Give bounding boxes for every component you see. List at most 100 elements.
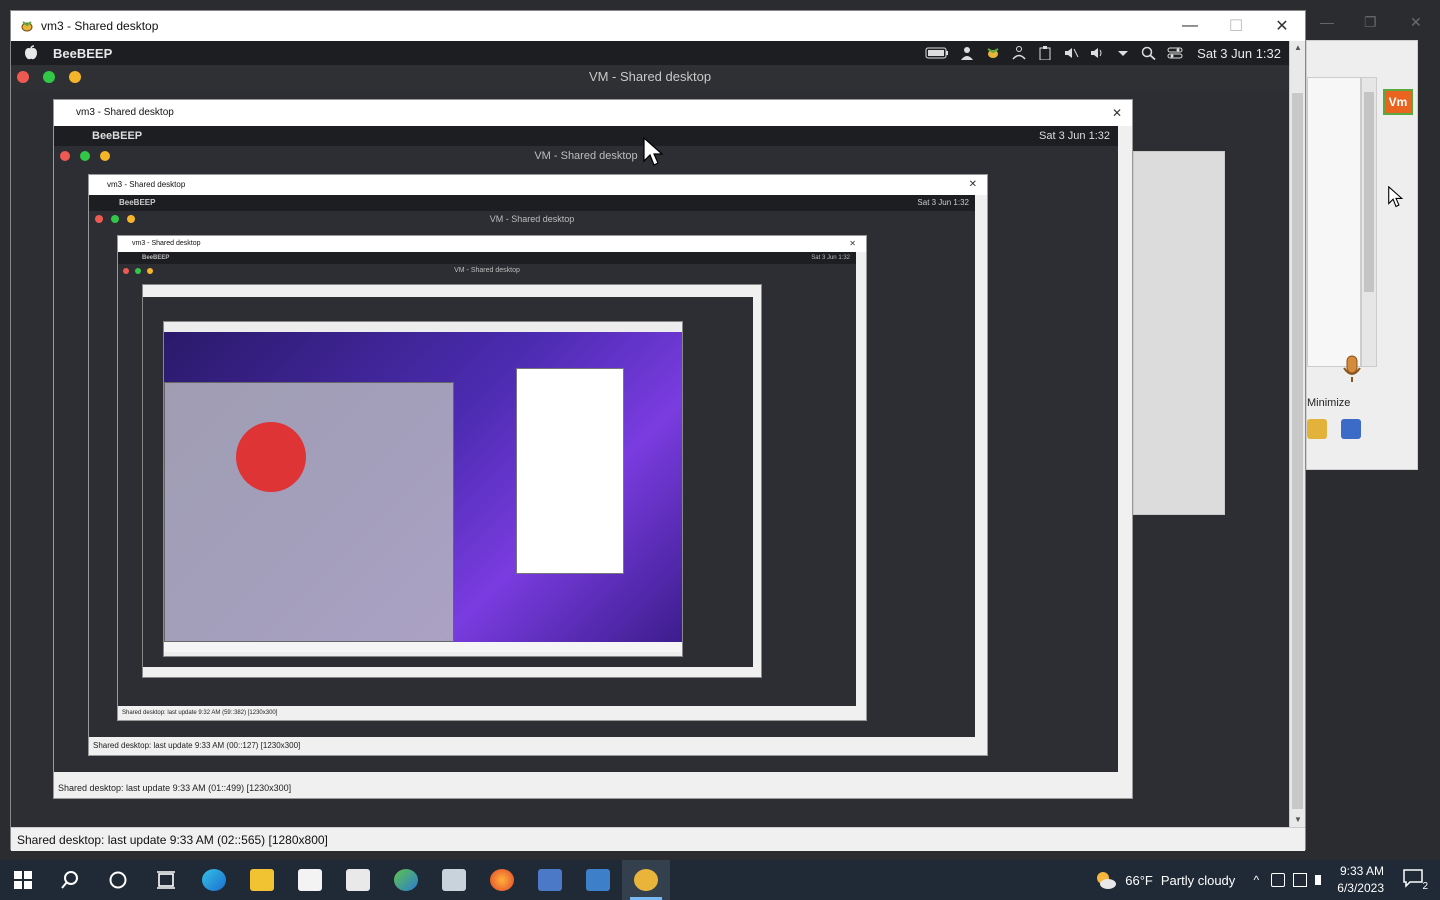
nested-vm-title-1: VM - Shared desktop bbox=[534, 150, 638, 162]
taskbar-vm-console[interactable] bbox=[526, 860, 574, 900]
vm-console-icon bbox=[538, 869, 562, 891]
bg-minimize-icon[interactable]: — bbox=[1320, 14, 1334, 30]
muted-speaker-icon[interactable] bbox=[1063, 46, 1079, 60]
window-titlebar: vm3 - Shared desktop — ☐ ✕ bbox=[11, 11, 1305, 41]
vertical-scrollbar[interactable]: ▲ ▼ bbox=[1289, 41, 1305, 827]
side-panel-scrollbar[interactable] bbox=[1361, 77, 1377, 367]
nested-window-4[interactable] bbox=[142, 284, 762, 678]
user-icon[interactable] bbox=[959, 46, 975, 60]
minimize-label[interactable]: Minimize bbox=[1307, 397, 1350, 409]
windows-logo-icon bbox=[14, 871, 32, 889]
beebeep-tray-icon[interactable] bbox=[985, 46, 1001, 60]
windows-taskbar: 66°F Partly cloudy ^ 9:33 AM 6/3/2023 2 bbox=[0, 860, 1440, 900]
taskbar-beebeep[interactable] bbox=[622, 860, 670, 900]
notification-count: 2 bbox=[1422, 881, 1428, 892]
nested-clock-2: Sat 3 Jun 1:32 bbox=[917, 198, 969, 207]
nested-app-name-2: BeeBEEP bbox=[119, 198, 156, 207]
clock[interactable]: 9:33 AM 6/3/2023 bbox=[1337, 863, 1384, 897]
shared-desktop-view[interactable]: BeeBEEP Sat 3 Jun 1:32 VM - Shared deskt… bbox=[11, 41, 1289, 827]
minimize-button[interactable]: — bbox=[1167, 11, 1213, 41]
nested-side-panel-1 bbox=[1133, 151, 1225, 515]
accessibility-icon[interactable] bbox=[1011, 46, 1027, 60]
firefox-icon bbox=[490, 869, 514, 891]
bg-restore-icon[interactable]: ❐ bbox=[1364, 14, 1377, 31]
vm-window-titlebar: VM - Shared desktop bbox=[11, 65, 1289, 89]
taskbar-remote-app[interactable] bbox=[382, 860, 430, 900]
task-view-icon bbox=[157, 871, 175, 889]
weather-widget[interactable]: 66°F Partly cloudy bbox=[1093, 870, 1235, 890]
start-button[interactable] bbox=[0, 860, 46, 900]
chevron-down-icon[interactable] bbox=[1115, 46, 1131, 60]
scroll-down-icon[interactable]: ▼ bbox=[1290, 813, 1306, 827]
monitor-icon bbox=[442, 869, 466, 891]
mail-icon bbox=[346, 869, 370, 891]
taskbar-mail[interactable] bbox=[334, 860, 382, 900]
nested-app-name-1: BeeBEEP bbox=[92, 130, 143, 142]
close-button[interactable]: ✕ bbox=[1259, 11, 1305, 41]
scroll-thumb[interactable] bbox=[1292, 93, 1303, 809]
folder-icon[interactable] bbox=[1307, 419, 1327, 439]
taskbar-store[interactable] bbox=[286, 860, 334, 900]
taskbar-edge[interactable] bbox=[190, 860, 238, 900]
edge-icon bbox=[202, 869, 226, 891]
taskbar-firefox[interactable] bbox=[478, 860, 526, 900]
store-icon bbox=[298, 869, 322, 891]
notification-center-button[interactable]: 2 bbox=[1402, 868, 1430, 892]
search-icon bbox=[61, 871, 78, 889]
battery-icon[interactable] bbox=[925, 46, 949, 60]
nested-title-2: vm3 - Shared desktop bbox=[107, 180, 186, 189]
cortana-icon bbox=[109, 871, 127, 889]
nested-clock-1: Sat 3 Jun 1:32 bbox=[1039, 130, 1110, 142]
search-icon[interactable] bbox=[1141, 46, 1157, 60]
taskbar-virtualbox[interactable] bbox=[574, 860, 622, 900]
virtualbox-icon bbox=[586, 869, 610, 891]
taskbar-search[interactable] bbox=[46, 860, 94, 900]
nested-title-1: vm3 - Shared desktop bbox=[76, 107, 174, 118]
bg-close-icon[interactable]: ✕ bbox=[1410, 14, 1422, 31]
taskbar-monitor-app[interactable] bbox=[430, 860, 478, 900]
nested-close-icon-1[interactable]: ✕ bbox=[1112, 100, 1122, 126]
mouse-pointer-icon bbox=[1388, 186, 1404, 208]
weather-desc: Partly cloudy bbox=[1160, 872, 1236, 888]
apple-icon[interactable] bbox=[23, 45, 39, 61]
side-chat-panel: Vm Minimize bbox=[1306, 40, 1418, 470]
maximize-button[interactable]: ☐ bbox=[1213, 11, 1259, 41]
beebeep-app-icon bbox=[21, 21, 33, 32]
volume-icon[interactable] bbox=[1089, 46, 1105, 60]
nested-status-3: Shared desktop: last update 9:32 AM (59:… bbox=[118, 706, 866, 720]
mouse-cursor-icon bbox=[643, 137, 664, 166]
nested-window-2[interactable]: vm3 - Shared desktop ✕ BeeBEEP Sat 3 Jun… bbox=[88, 174, 988, 756]
microphone-icon[interactable] bbox=[1341, 355, 1363, 385]
nested-window-3[interactable]: vm3 - Shared desktop ✕ BeeBEEP Sat 3 Jun… bbox=[117, 235, 867, 721]
beebeep-icon bbox=[634, 869, 658, 891]
taskbar-cortana[interactable] bbox=[94, 860, 142, 900]
remote-menubar: BeeBEEP Sat 3 Jun 1:32 bbox=[11, 41, 1289, 65]
clipboard-icon[interactable] bbox=[1037, 46, 1053, 60]
nested-clock-3: Sat 3 Jun 1:32 bbox=[811, 255, 850, 261]
meet-now-icon[interactable] bbox=[1271, 873, 1286, 887]
stop-hand-icon bbox=[236, 422, 306, 492]
notification-icon bbox=[1403, 869, 1423, 888]
scroll-up-icon[interactable]: ▲ bbox=[1290, 41, 1306, 55]
vm-window-title: VM - Shared desktop bbox=[588, 69, 712, 84]
taskbar-task-view[interactable] bbox=[142, 860, 190, 900]
nested-status-1: Shared desktop: last update 9:33 AM (01:… bbox=[54, 778, 1132, 798]
volume-muted-icon[interactable] bbox=[1315, 875, 1323, 885]
taskbar-file-explorer[interactable] bbox=[238, 860, 286, 900]
menubar-app-name[interactable]: BeeBEEP bbox=[53, 46, 112, 61]
partly-cloudy-icon bbox=[1097, 872, 1117, 889]
menubar-clock[interactable]: Sat 3 Jun 1:32 bbox=[1197, 46, 1281, 61]
save-icon[interactable] bbox=[1341, 419, 1361, 439]
network-icon[interactable] bbox=[1293, 873, 1308, 887]
clock-time: 9:33 AM bbox=[1339, 864, 1384, 878]
nested-app-name-3: BeeBEEP bbox=[142, 255, 170, 261]
clock-date: 6/3/2023 bbox=[1337, 881, 1384, 895]
chevron-up-icon[interactable]: ^ bbox=[1249, 873, 1263, 887]
control-center-icon[interactable] bbox=[1167, 46, 1183, 60]
window-title: vm3 - Shared desktop bbox=[41, 19, 159, 33]
side-panel-list bbox=[1307, 77, 1361, 367]
vm-badge-icon[interactable]: Vm bbox=[1383, 89, 1413, 115]
nested-window-1[interactable]: vm3 - Shared desktop ✕ BeeBEEP Sat 3 Jun… bbox=[53, 99, 1133, 799]
nested-title-3: vm3 - Shared desktop bbox=[132, 240, 201, 247]
folder-icon bbox=[250, 869, 274, 891]
